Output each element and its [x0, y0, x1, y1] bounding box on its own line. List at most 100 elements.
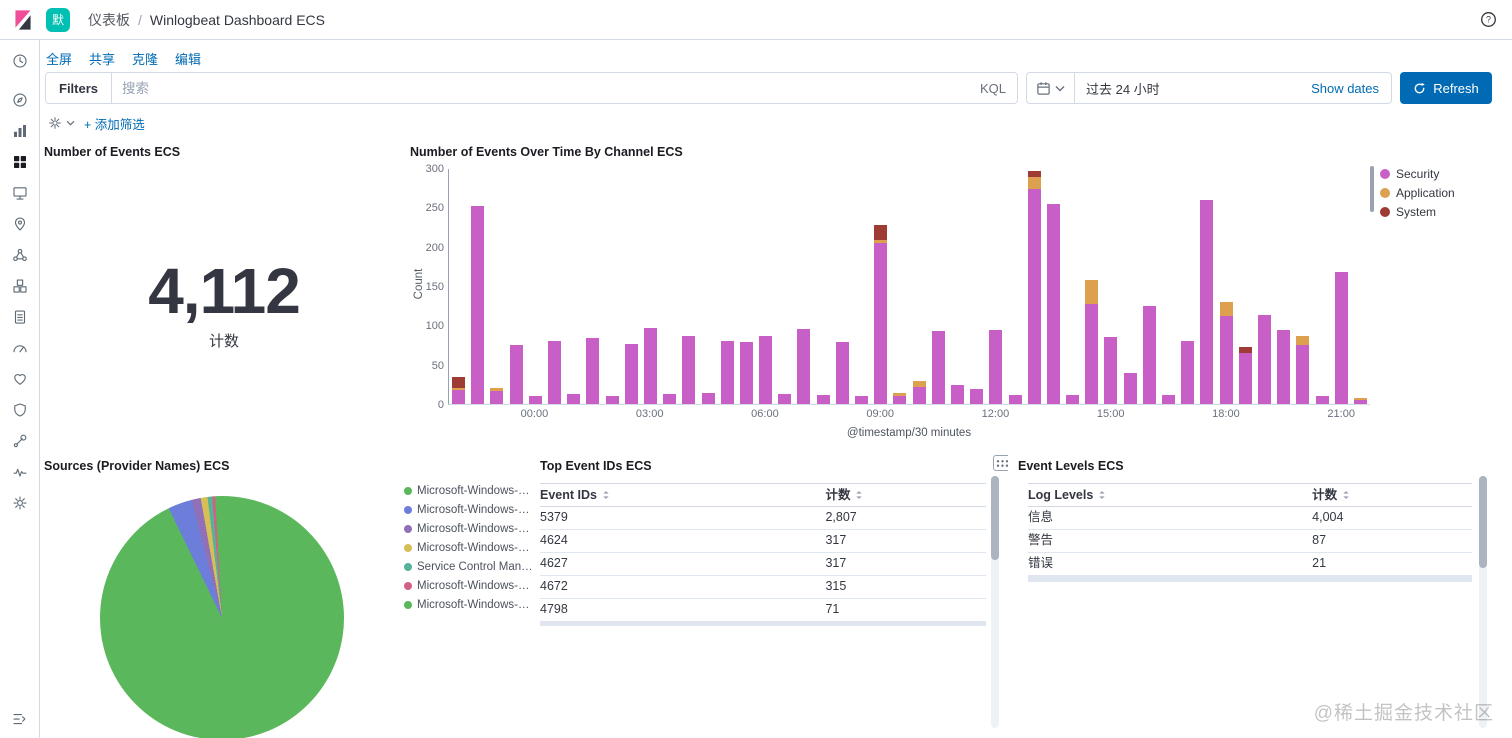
bar-22:00[interactable]	[449, 169, 468, 404]
column-header[interactable]: Log Levels	[1028, 484, 1312, 506]
legend-item-application[interactable]: Application	[1380, 183, 1455, 202]
toolbar-link[interactable]: 共享	[89, 49, 115, 67]
sidebar-item-siem[interactable]	[10, 401, 30, 419]
bar-22:30[interactable]	[468, 169, 487, 404]
bar-16:00[interactable]	[1140, 169, 1159, 404]
bar-08:30[interactable]	[852, 169, 871, 404]
bar-04:30[interactable]	[698, 169, 717, 404]
pie-chart[interactable]	[100, 496, 344, 738]
bar-11:30[interactable]	[967, 169, 986, 404]
sidebar-item-recently-viewed[interactable]	[10, 52, 30, 70]
table-scrollbar[interactable]	[991, 476, 999, 728]
sidebar-item-metrics[interactable]	[10, 277, 30, 295]
sidebar-item-canvas[interactable]	[10, 184, 30, 202]
bar-18:30[interactable]	[1236, 169, 1255, 404]
show-dates-button[interactable]: Show dates	[1311, 81, 1391, 96]
toolbar-link[interactable]: 编辑	[175, 49, 201, 67]
bar-10:30[interactable]	[929, 169, 948, 404]
bar-01:30[interactable]	[583, 169, 602, 404]
bar-20:00[interactable]	[1293, 169, 1312, 404]
refresh-button[interactable]: Refresh	[1400, 72, 1492, 104]
bar-17:30[interactable]	[1197, 169, 1216, 404]
sidebar-item-management[interactable]	[10, 494, 30, 512]
bar-12:30[interactable]	[1005, 169, 1024, 404]
bar-04:00[interactable]	[679, 169, 698, 404]
bar-00:00[interactable]	[526, 169, 545, 404]
space-badge[interactable]: 默	[46, 7, 70, 32]
bar-16:30[interactable]	[1159, 169, 1178, 404]
pie-legend-item[interactable]: Microsoft-Windows-…	[404, 595, 533, 614]
bar-09:00[interactable]	[871, 169, 890, 404]
bar-11:00[interactable]	[948, 169, 967, 404]
pie-legend-item[interactable]: Microsoft-Windows-…	[404, 538, 533, 557]
sidebar-item-uptime[interactable]	[10, 370, 30, 388]
bar-01:00[interactable]	[564, 169, 583, 404]
time-range-label[interactable]: 过去 24 小时	[1075, 79, 1311, 98]
sidebar-item-apm[interactable]	[10, 339, 30, 357]
legend-item-system[interactable]: System	[1380, 202, 1455, 221]
column-header[interactable]: 计数	[1312, 484, 1472, 506]
pie-legend-item[interactable]: Microsoft-Windows-…	[404, 500, 533, 519]
sidebar-item-maps[interactable]	[10, 215, 30, 233]
bar-06:00[interactable]	[756, 169, 775, 404]
kibana-logo[interactable]	[0, 0, 46, 40]
column-header[interactable]: 计数	[825, 484, 986, 506]
filter-options-button[interactable]	[47, 115, 75, 131]
bar-23:30[interactable]	[507, 169, 526, 404]
bar-03:30[interactable]	[660, 169, 679, 404]
toolbar-link[interactable]: 克隆	[132, 49, 158, 67]
sidebar-item-discover[interactable]	[10, 91, 30, 109]
bar-02:30[interactable]	[622, 169, 641, 404]
bar-15:30[interactable]	[1121, 169, 1140, 404]
bar-07:30[interactable]	[814, 169, 833, 404]
bar-13:30[interactable]	[1044, 169, 1063, 404]
table-scrollbar[interactable]	[1479, 476, 1487, 728]
scrollbar-thumb[interactable]	[991, 476, 999, 560]
bar-19:00[interactable]	[1255, 169, 1274, 404]
search-input[interactable]	[112, 73, 980, 103]
help-icon[interactable]: ?	[1476, 8, 1500, 32]
pie-legend-item[interactable]: Microsoft-Windows-…	[404, 481, 533, 500]
pie-legend-item[interactable]: Service Control Man…	[404, 557, 533, 576]
bar-08:00[interactable]	[833, 169, 852, 404]
sidebar-collapse-button[interactable]	[0, 710, 40, 728]
breadcrumb-root[interactable]: 仪表板	[88, 10, 130, 30]
bar-21:00[interactable]	[1332, 169, 1351, 404]
bar-14:30[interactable]	[1082, 169, 1101, 404]
bar-19:30[interactable]	[1274, 169, 1293, 404]
bar-00:30[interactable]	[545, 169, 564, 404]
sidebar-item-visualize[interactable]	[10, 122, 30, 140]
bar-10:00[interactable]	[910, 169, 929, 404]
kql-button[interactable]: KQL	[980, 81, 1017, 96]
bar-18:00[interactable]	[1217, 169, 1236, 404]
add-filter-link[interactable]: + 添加筛选	[84, 114, 145, 133]
bar-14:00[interactable]	[1063, 169, 1082, 404]
sidebar-item-dev-tools[interactable]	[10, 432, 30, 450]
bar-12:00[interactable]	[986, 169, 1005, 404]
toolbar-link[interactable]: 全屏	[46, 49, 72, 67]
bar-23:00[interactable]	[487, 169, 506, 404]
bar-06:30[interactable]	[775, 169, 794, 404]
bar-07:00[interactable]	[794, 169, 813, 404]
bar-02:00[interactable]	[603, 169, 622, 404]
bar-03:00[interactable]	[641, 169, 660, 404]
bar-15:00[interactable]	[1101, 169, 1120, 404]
bar-05:30[interactable]	[737, 169, 756, 404]
bar-13:00[interactable]	[1025, 169, 1044, 404]
column-header[interactable]: Event IDs	[540, 484, 825, 506]
scrollbar-thumb[interactable]	[1479, 476, 1487, 568]
pie-legend-item[interactable]: Microsoft-Windows-…	[404, 519, 533, 538]
bar-17:00[interactable]	[1178, 169, 1197, 404]
pie-legend-item[interactable]: Microsoft-Windows-…	[404, 576, 533, 595]
bar-05:00[interactable]	[718, 169, 737, 404]
legend-scrollbar[interactable]	[1370, 166, 1374, 212]
legend-item-security[interactable]: Security	[1380, 164, 1455, 183]
bar-20:30[interactable]	[1312, 169, 1331, 404]
sidebar-item-logs[interactable]	[10, 308, 30, 326]
filters-button[interactable]: Filters	[46, 73, 113, 103]
bar-21:30[interactable]	[1351, 169, 1370, 404]
bar-09:30[interactable]	[890, 169, 909, 404]
sidebar-item-stack-monitoring[interactable]	[10, 463, 30, 481]
calendar-dropdown-button[interactable]	[1027, 73, 1075, 103]
sidebar-item-dashboard[interactable]	[10, 153, 30, 171]
